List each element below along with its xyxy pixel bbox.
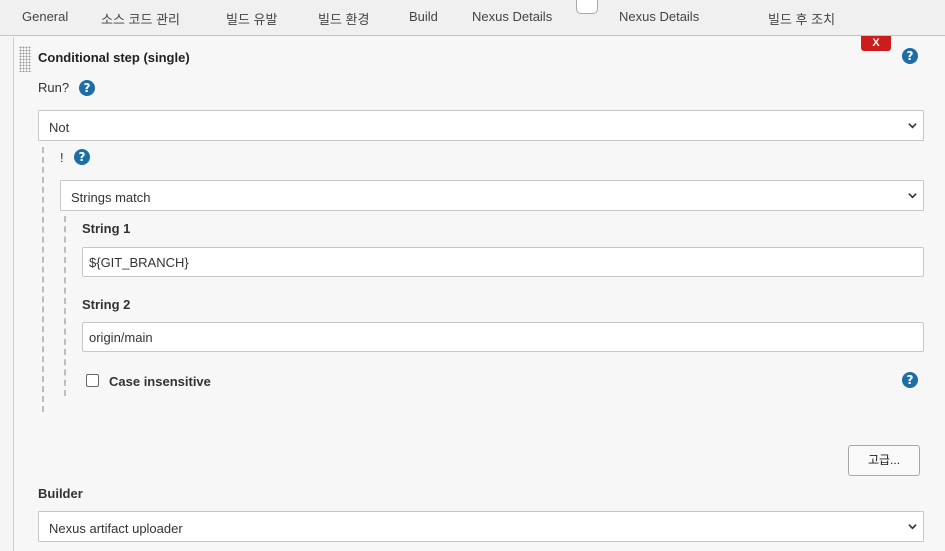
nesting-guide — [42, 147, 44, 412]
string1-input[interactable]: ${GIT_BRANCH} — [82, 247, 924, 277]
builder-label: Builder — [38, 486, 83, 501]
run-condition-select[interactable]: Not — [38, 110, 924, 141]
builder-select[interactable]: Nexus artifact uploader — [38, 511, 924, 542]
tab-post-build-actions[interactable]: 빌드 후 조치 — [768, 9, 835, 28]
case-insensitive-label[interactable]: Case insensitive — [109, 374, 211, 389]
tab-nexus-details-1[interactable]: Nexus Details — [472, 9, 552, 24]
tab-general[interactable]: General — [22, 9, 68, 24]
help-icon[interactable]: ? — [902, 372, 918, 388]
tab-build-environment[interactable]: 빌드 환경 — [318, 9, 369, 28]
delete-step-button[interactable]: X — [861, 36, 891, 51]
chevron-down-icon — [908, 193, 917, 199]
scroll-indicator — [576, 0, 598, 14]
section-tab-bar: General 소스 코드 관리 빌드 유발 빌드 환경 Build Nexus… — [0, 0, 945, 36]
help-icon[interactable]: ? — [79, 80, 95, 96]
condition-type-value: Strings match — [71, 190, 151, 205]
nesting-guide — [64, 216, 66, 396]
string2-label: String 2 — [82, 297, 131, 312]
string2-input[interactable]: origin/main — [82, 322, 924, 352]
chevron-down-icon — [908, 123, 917, 129]
help-icon[interactable]: ? — [902, 48, 918, 64]
string1-label: String 1 — [82, 221, 131, 236]
chevron-down-icon — [908, 524, 917, 530]
advanced-button[interactable]: 고급... — [848, 445, 920, 476]
step-title: Conditional step (single) — [38, 50, 190, 65]
case-insensitive-checkbox[interactable] — [86, 374, 99, 387]
tab-source-code-management[interactable]: 소스 코드 관리 — [101, 9, 180, 28]
tab-build-triggers[interactable]: 빌드 유발 — [226, 9, 277, 28]
builder-value: Nexus artifact uploader — [49, 521, 183, 536]
run-condition-value: Not — [49, 120, 70, 135]
tab-build[interactable]: Build — [409, 9, 438, 24]
string1-value: ${GIT_BRANCH} — [89, 255, 189, 270]
drag-handle-icon[interactable] — [19, 46, 31, 72]
tab-nexus-details-2[interactable]: Nexus Details — [619, 9, 699, 24]
not-label: ! — [60, 150, 64, 165]
help-icon[interactable]: ? — [74, 149, 90, 165]
run-label: Run? — [38, 80, 70, 95]
string2-value: origin/main — [89, 330, 153, 345]
condition-type-select[interactable]: Strings match — [60, 180, 924, 211]
